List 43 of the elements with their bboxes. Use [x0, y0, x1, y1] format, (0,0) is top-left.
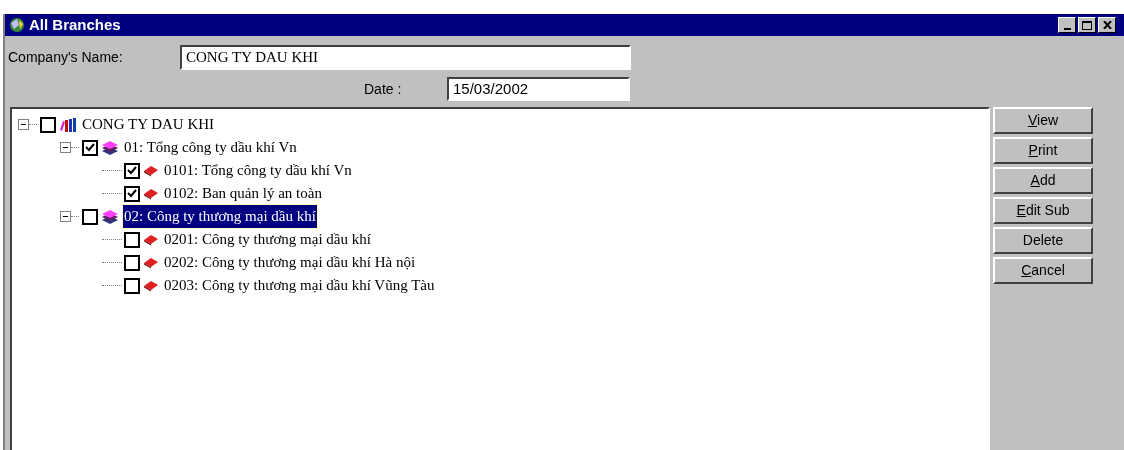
tree-item[interactable]: 0102: Ban quản lý an toàn [163, 182, 323, 205]
company-name-field[interactable]: CONG TY DAU KHI [180, 45, 631, 70]
checkbox[interactable] [124, 185, 140, 202]
company-name-label: Company's Name: [8, 48, 124, 67]
book-icon [143, 256, 159, 269]
book-icon [143, 279, 159, 292]
books-icon [59, 116, 77, 133]
checkbox[interactable] [124, 231, 140, 248]
window-title: All Branches [29, 14, 121, 35]
globe-icon [9, 17, 25, 33]
action-button[interactable]: Add [993, 167, 1093, 194]
checkbox[interactable] [40, 116, 56, 133]
close-button[interactable] [1098, 17, 1116, 33]
book-icon [143, 164, 159, 177]
book-icon [143, 233, 159, 246]
tree-item[interactable]: 0202: Công ty thương mại dầu khí Hà nội [163, 251, 417, 274]
date-field[interactable]: 15/03/2002 [447, 77, 630, 101]
collapse-toggle[interactable] [18, 119, 29, 130]
book-icon [143, 187, 159, 200]
checkbox[interactable] [124, 254, 140, 271]
book-stack-icon [101, 139, 119, 156]
tree-item[interactable]: 01: Tổng công ty dầu khí Vn [123, 136, 298, 159]
action-button[interactable]: Edit Sub [993, 197, 1093, 224]
tree-item[interactable]: 02: Công ty thương mại dầu khí [123, 205, 317, 228]
collapse-toggle[interactable] [60, 142, 71, 153]
minimize-button[interactable] [1058, 17, 1076, 33]
checkbox[interactable] [124, 277, 140, 294]
checkbox[interactable] [82, 208, 98, 225]
tree-item[interactable]: CONG TY DAU KHI [81, 113, 216, 136]
collapse-toggle[interactable] [60, 211, 71, 222]
tree-item[interactable]: 0101: Tổng công ty dầu khí Vn [163, 159, 353, 182]
book-stack-icon [101, 208, 119, 225]
action-button[interactable]: Cancel [993, 257, 1093, 284]
checkbox[interactable] [82, 139, 98, 156]
action-button[interactable]: View [993, 107, 1093, 134]
action-button[interactable]: Delete [993, 227, 1093, 254]
date-label: Date : [364, 79, 403, 99]
action-button[interactable]: Print [993, 137, 1093, 164]
close-icon [1102, 21, 1112, 29]
checkbox[interactable] [124, 162, 140, 179]
tree-item[interactable]: 0203: Công ty thương mại dầu khí Vũng Tàu [163, 274, 436, 297]
maximize-button[interactable] [1078, 17, 1096, 33]
tree-item[interactable]: 0201: Công ty thương mại dầu khí [163, 228, 372, 251]
